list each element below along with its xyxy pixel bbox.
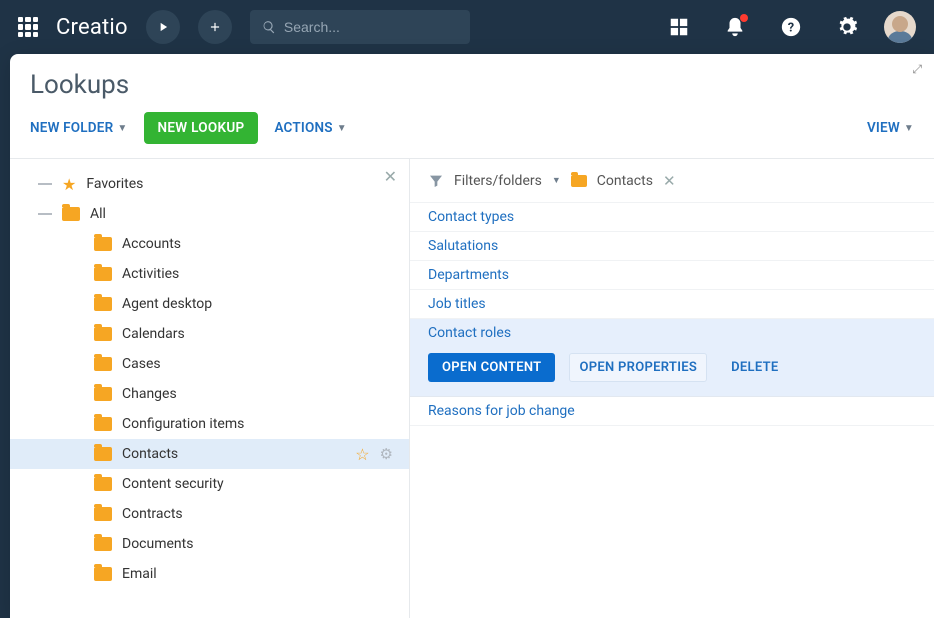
- sidebar-item-label: All: [90, 206, 106, 222]
- sidebar-folder-activities[interactable]: Activities: [10, 259, 409, 289]
- plus-icon: [208, 20, 222, 34]
- lookup-link[interactable]: Contact types: [428, 209, 514, 225]
- view-button[interactable]: VIEW▼: [867, 120, 914, 136]
- play-icon: [156, 20, 170, 34]
- folder-icon: [94, 357, 112, 371]
- settings-icon[interactable]: [836, 16, 858, 38]
- folder-icon: [94, 477, 112, 491]
- folder-icon: [94, 327, 112, 341]
- notification-dot: [740, 14, 748, 22]
- lookup-link[interactable]: Contact roles: [428, 325, 511, 341]
- logo[interactable]: Creatio: [56, 15, 128, 40]
- notifications-icon[interactable]: [724, 16, 746, 38]
- star-outline-icon[interactable]: ☆: [355, 445, 369, 464]
- gear-icon[interactable]: ⚙: [380, 445, 393, 463]
- sidebar-item-label: Documents: [122, 536, 193, 552]
- collapse-icon: [38, 183, 52, 185]
- sidebar-folder-accounts[interactable]: Accounts: [10, 229, 409, 259]
- sidebar-item-label: Activities: [122, 266, 179, 282]
- new-folder-button[interactable]: NEW FOLDER▼: [30, 120, 128, 136]
- sidebar-item-label: Contracts: [122, 506, 183, 522]
- collapse-icon: [38, 213, 52, 215]
- folder-icon: [571, 175, 587, 187]
- star-icon: ★: [62, 175, 76, 194]
- sidebar-folder-agent-desktop[interactable]: Agent desktop: [10, 289, 409, 319]
- sidebar-item-label: Email: [122, 566, 157, 582]
- sidebar-folder-documents[interactable]: Documents: [10, 529, 409, 559]
- help-icon[interactable]: ?: [780, 16, 802, 38]
- search-icon: [262, 19, 276, 35]
- lookup-link[interactable]: Salutations: [428, 238, 498, 254]
- top-bar: Creatio ?: [0, 0, 934, 54]
- global-search[interactable]: [250, 10, 470, 44]
- lookup-row[interactable]: Departments: [410, 261, 934, 290]
- lookup-row[interactable]: Reasons for job change: [410, 397, 934, 426]
- apps-launcher-icon[interactable]: [18, 17, 38, 37]
- actions-button[interactable]: ACTIONS▼: [274, 120, 346, 136]
- lookup-link[interactable]: Departments: [428, 267, 509, 283]
- open-properties-button[interactable]: OPEN PROPERTIES: [569, 353, 707, 382]
- folder-sidebar: ✕ ★ Favorites All Accounts Activities Agen…: [10, 159, 410, 618]
- delete-button[interactable]: DELETE: [721, 353, 788, 382]
- lookup-row[interactable]: Job titles: [410, 290, 934, 319]
- chevron-down-icon[interactable]: ▼: [552, 175, 561, 186]
- sidebar-item-label: Changes: [122, 386, 177, 402]
- close-sidebar-icon[interactable]: ✕: [384, 167, 397, 186]
- sidebar-folder-configuration-items[interactable]: Configuration items: [10, 409, 409, 439]
- expand-icon[interactable]: ⤢: [912, 62, 922, 77]
- new-lookup-button[interactable]: NEW LOOKUP: [144, 112, 259, 144]
- sidebar-folder-changes[interactable]: Changes: [10, 379, 409, 409]
- filter-icon[interactable]: [428, 173, 444, 189]
- sidebar-item-label: Accounts: [122, 236, 181, 252]
- play-button[interactable]: [146, 10, 180, 44]
- sidebar-item-label: Favorites: [86, 176, 143, 192]
- sidebar-folder-content-security[interactable]: Content security: [10, 469, 409, 499]
- sidebar-folder-email[interactable]: Email: [10, 559, 409, 589]
- folder-icon: [94, 507, 112, 521]
- remove-filter-icon[interactable]: ✕: [663, 172, 676, 190]
- sidebar-item-label: Calendars: [122, 326, 185, 342]
- main-card: ⤢ Lookups NEW FOLDER▼ NEW LOOKUP ACTIONS…: [10, 54, 934, 618]
- sidebar-folder-contracts[interactable]: Contracts: [10, 499, 409, 529]
- sidebar-favorites[interactable]: ★ Favorites: [10, 169, 409, 199]
- sidebar-all[interactable]: All: [10, 199, 409, 229]
- row-actions: OPEN CONTENT OPEN PROPERTIES DELETE: [410, 341, 934, 397]
- folder-icon: [94, 417, 112, 431]
- sidebar-item-label: Content security: [122, 476, 224, 492]
- sidebar-item-label: Configuration items: [122, 416, 244, 432]
- toolbar: NEW FOLDER▼ NEW LOOKUP ACTIONS▼ VIEW▼: [10, 112, 934, 158]
- lookup-link[interactable]: Reasons for job change: [428, 403, 575, 419]
- sidebar-folder-contacts[interactable]: Contacts ☆ ⚙: [10, 439, 409, 469]
- folder-icon: [62, 207, 80, 221]
- lookup-link[interactable]: Job titles: [428, 296, 486, 312]
- folder-icon: [94, 387, 112, 401]
- main-list: Filters/folders ▼ Contacts ✕ Contact typ…: [410, 159, 934, 618]
- sidebar-folder-cases[interactable]: Cases: [10, 349, 409, 379]
- open-content-button[interactable]: OPEN CONTENT: [428, 353, 555, 382]
- lookup-row[interactable]: Salutations: [410, 232, 934, 261]
- user-avatar[interactable]: [884, 11, 916, 43]
- folder-icon: [94, 297, 112, 311]
- sidebar-item-label: Contacts: [122, 446, 178, 462]
- add-button[interactable]: [198, 10, 232, 44]
- folder-icon: [94, 567, 112, 581]
- lookup-row[interactable]: Contact types: [410, 203, 934, 232]
- filter-chip-label[interactable]: Contacts: [597, 173, 653, 189]
- folder-icon: [94, 237, 112, 251]
- lookup-row[interactable]: Contact roles: [410, 319, 934, 341]
- svg-text:?: ?: [788, 21, 794, 36]
- filter-label[interactable]: Filters/folders: [454, 173, 542, 189]
- page-title: Lookups: [30, 70, 914, 100]
- sidebar-folder-calendars[interactable]: Calendars: [10, 319, 409, 349]
- folder-icon: [94, 447, 112, 461]
- sidebar-item-label: Cases: [122, 356, 161, 372]
- filter-bar: Filters/folders ▼ Contacts ✕: [410, 159, 934, 203]
- marketplace-icon[interactable]: [668, 16, 690, 38]
- search-input[interactable]: [284, 19, 458, 35]
- sidebar-item-label: Agent desktop: [122, 296, 212, 312]
- folder-icon: [94, 537, 112, 551]
- folder-icon: [94, 267, 112, 281]
